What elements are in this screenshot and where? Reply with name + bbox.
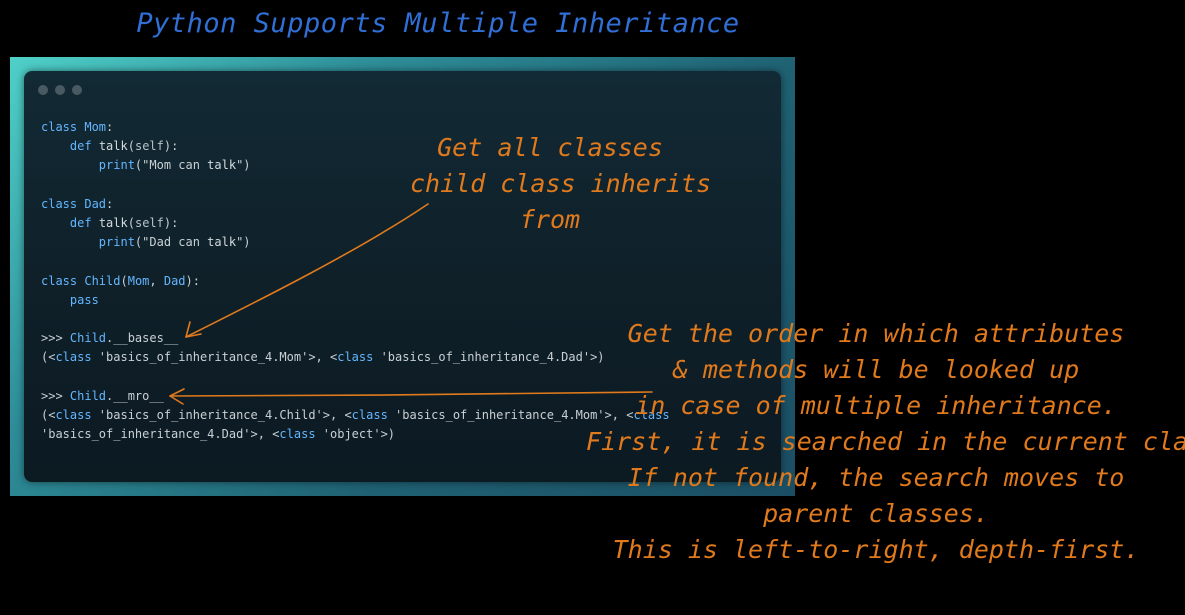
annotation-bases: Get all classes child class inherits from — [410, 130, 712, 238]
code-line: ​ — [41, 252, 670, 271]
annotation-line: If not found, the search moves to — [627, 463, 1125, 492]
window-dot-1 — [38, 85, 48, 95]
annotation-line: child class inherits — [410, 169, 712, 198]
code-line: 'basics_of_inheritance_4.Dad'>, <class '… — [41, 427, 396, 441]
annotation-line: from — [519, 205, 581, 234]
code-line: pass — [69, 292, 99, 307]
code-line: ​ — [41, 367, 670, 386]
window-dot-3 — [72, 85, 82, 95]
annotation-line: Get the order in which attributes — [627, 319, 1125, 348]
code-line: ​ — [41, 310, 670, 329]
window-controls — [38, 85, 82, 95]
code-line: >>> Child.__mro__ — [41, 388, 164, 403]
page-title: Python Supports Multiple Inheritance — [136, 8, 740, 39]
annotation-mro: Get the order in which attributes & metho… — [586, 316, 1185, 568]
annotation-line: Get all classes — [437, 133, 663, 162]
annotation-line: in case of multiple inheritance. — [635, 391, 1117, 420]
code-line: (<class 'basics_of_inheritance_4.Child'>… — [41, 407, 670, 422]
code-line: class Child(Mom, Dad): — [41, 273, 200, 288]
window-dot-2 — [55, 85, 65, 95]
code-line: (<class 'basics_of_inheritance_4.Mom'>, … — [41, 350, 605, 365]
annotation-line: This is left-to-right, depth-first. — [612, 535, 1140, 564]
annotation-line: & methods will be looked up — [672, 355, 1080, 384]
annotation-line: First, it is searched in the current cla… — [586, 427, 1185, 456]
annotation-line: parent classes. — [763, 499, 989, 528]
code-line: >>> Child.__bases__ — [41, 331, 179, 346]
